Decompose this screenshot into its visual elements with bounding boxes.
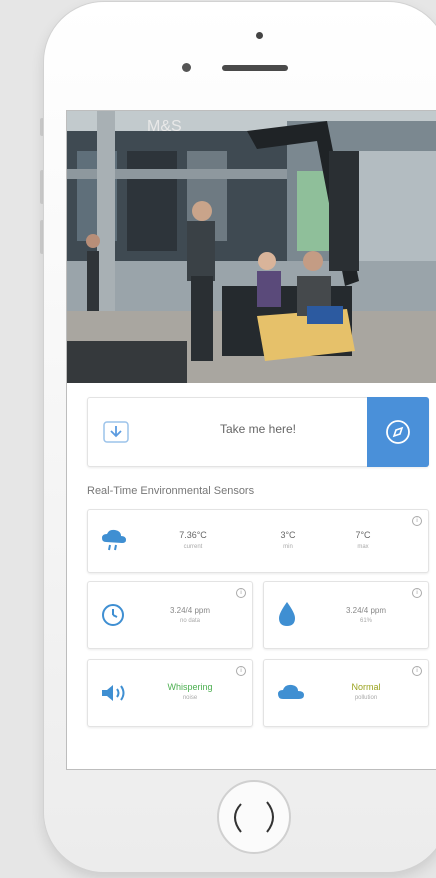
navigation-arrow-icon [103,421,129,443]
air-quality-card[interactable]: i 3.24/4 ppm no data [87,581,253,649]
noise-value-block: Whispering noise [140,682,240,701]
pollution-card[interactable]: i Normal pollution [263,659,429,727]
clock-icon [102,604,124,626]
info-icon[interactable]: i [412,516,422,526]
pollution-value-block: Normal pollution [316,682,416,701]
temperature-current: 7.36°C current [158,530,228,550]
temperature-max-value: 7°C [355,530,371,540]
humidity-value-block: 3.24/4 ppm 61% [316,606,416,624]
humidity-value: 3.24/4 ppm [345,606,387,615]
temperature-min-value: 3°C [280,530,296,540]
temperature-max-caption: max [357,544,369,550]
air-quality-value: 3.24/4 ppm [169,606,211,615]
pollution-status: Normal [351,682,381,692]
info-icon[interactable]: i [412,588,422,598]
sensors-section-title: Real-Time Environmental Sensors [87,485,255,497]
app-screen: M&S Take me here! Real-Time Environmenta… [66,110,436,770]
navigate-button[interactable] [367,397,429,467]
temperature-min: 3°C min [268,530,308,550]
water-drop-icon [279,602,295,626]
take-me-here-label: Take me here! [219,422,297,436]
temperature-current-caption: current [183,544,203,550]
noise-status: Whispering [167,682,213,692]
home-button[interactable] [217,780,291,854]
bench-photo: M&S [67,111,436,383]
air-quality-value-block: 3.24/4 ppm no data [140,606,240,624]
noise-caption: noise [182,695,198,701]
take-me-here-card[interactable]: Take me here! [87,397,429,467]
temperature-current-value: 7.36°C [179,530,207,540]
store-sign: M&S [147,118,182,135]
temperature-max: 7°C max [343,530,383,550]
info-icon[interactable]: i [236,588,246,598]
cloud-icon [278,684,304,699]
proximity-sensor [256,32,263,39]
info-icon[interactable]: i [236,666,246,676]
info-icon[interactable]: i [412,666,422,676]
humidity-caption: 61% [359,618,372,624]
speaker-icon [102,685,125,701]
temperature-card[interactable]: i 7.36°C current 3°C min 7°C max [87,509,429,573]
pollution-caption: pollution [354,695,378,701]
bench-photo-illustration: M&S [67,111,436,383]
cloud-rain-icon [102,529,126,551]
air-quality-caption: no data [179,618,201,624]
noise-card[interactable]: i Whispering noise [87,659,253,727]
temperature-min-caption: min [283,544,293,550]
humidity-card[interactable]: i 3.24/4 ppm 61% [263,581,429,649]
earpiece-speaker [222,65,288,71]
home-button-ring-icon [234,801,274,833]
front-camera [182,63,191,72]
compass-icon [386,420,410,444]
